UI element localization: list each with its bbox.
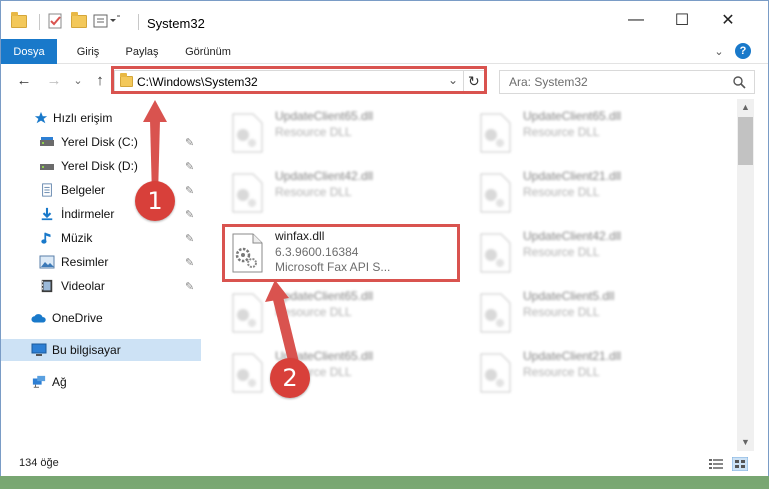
step-1-badge: 1 <box>135 181 175 221</box>
step-2-badge: 2 <box>270 358 310 398</box>
arrow-2 <box>265 280 300 369</box>
annotation-arrows <box>143 100 300 369</box>
